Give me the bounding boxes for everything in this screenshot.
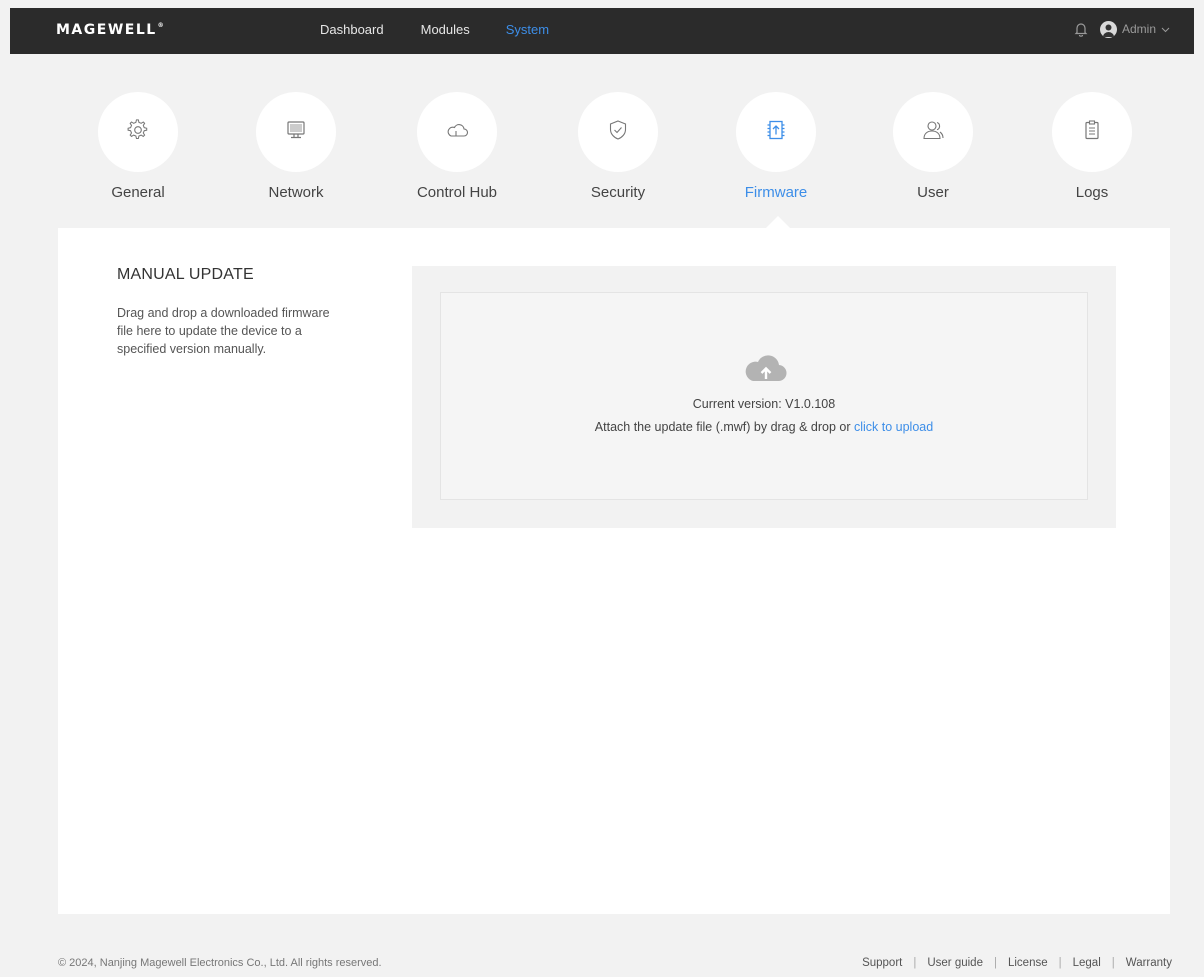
firmware-dropzone[interactable]: Current version: V1.0.108 Attach the upd… [440,292,1088,500]
gear-icon [127,118,149,146]
user-name: Admin [1121,22,1156,36]
category-circle [417,92,497,172]
footer: © 2024, Nanjing Magewell Electronics Co.… [10,945,1194,977]
app-frame: MAGEWELL® Dashboard Modules System Admin [10,8,1194,977]
category-label: Network [268,184,324,201]
firmware-icon [764,119,788,146]
upload-area-container: Current version: V1.0.108 Attach the upd… [412,266,1116,528]
current-version: Current version: V1.0.108 [692,397,836,411]
monitor-icon [285,119,307,146]
category-circle [256,92,336,172]
nav-system[interactable]: System [506,22,549,37]
category-label: Security [590,184,646,201]
footer-link-legal[interactable]: Legal [1073,957,1101,969]
users-icon [921,119,945,146]
attach-instructions: Attach the update file (.mwf) by drag & … [441,420,1087,434]
category-circle [736,92,816,172]
category-logs[interactable]: Logs [1032,92,1152,201]
logo-text: MAGEWELL [56,22,157,38]
footer-link-warranty[interactable]: Warranty [1126,957,1172,969]
category-control-hub[interactable]: Control Hub [397,92,517,201]
cloud-icon [445,120,469,145]
category-label: Logs [1075,184,1109,201]
copyright: © 2024, Nanjing Magewell Electronics Co.… [58,957,382,969]
category-label: General [111,184,165,201]
nav-modules[interactable]: Modules [421,22,470,37]
category-user[interactable]: User [873,92,993,201]
cloud-upload-icon [743,351,789,385]
logo-registered-mark: ® [157,22,166,29]
footer-link-license[interactable]: License [1008,957,1048,969]
firmware-panel: MANUAL UPDATE Drag and drop a downloaded… [58,228,1170,914]
category-circle [98,92,178,172]
settings-categories: General Network Control Hub Security Fir… [10,54,1194,228]
footer-separator: | [1058,957,1062,969]
category-firmware[interactable]: Firmware [716,92,836,201]
footer-separator: | [913,957,917,969]
section-title: MANUAL UPDATE [117,266,254,283]
avatar [1099,20,1117,38]
upload-link[interactable]: click to upload [854,420,933,434]
category-circle [893,92,973,172]
footer-links: Support | User guide | License | Legal |… [862,957,1172,969]
active-tab-caret [766,216,790,228]
category-general[interactable]: General [78,92,198,201]
footer-separator: | [993,957,997,969]
main-nav: Dashboard Modules System [320,22,549,37]
category-label: Control Hub [416,184,498,201]
header-actions: Admin [1072,20,1170,38]
category-security[interactable]: Security [558,92,678,201]
attach-text: Attach the update file (.mwf) by drag & … [594,420,851,434]
bell-icon[interactable] [1072,20,1090,38]
category-label: User [917,184,949,201]
category-circle [578,92,658,172]
section-description: Drag and drop a downloaded firmware file… [117,306,330,356]
clipboard-icon [1081,119,1103,146]
manual-update-info: MANUAL UPDATE Drag and drop a downloaded… [117,266,337,358]
category-circle [1052,92,1132,172]
shield-icon [607,119,629,146]
magewell-logo[interactable]: MAGEWELL® [56,22,165,38]
category-label: Firmware [744,184,808,201]
chevron-down-icon [1161,22,1170,36]
footer-link-user-guide[interactable]: User guide [927,957,983,969]
footer-separator: | [1111,957,1115,969]
nav-dashboard[interactable]: Dashboard [320,22,384,37]
category-network[interactable]: Network [236,92,356,201]
top-bar: MAGEWELL® Dashboard Modules System Admin [10,8,1194,54]
user-menu[interactable]: Admin [1099,20,1170,38]
footer-link-support[interactable]: Support [862,957,902,969]
